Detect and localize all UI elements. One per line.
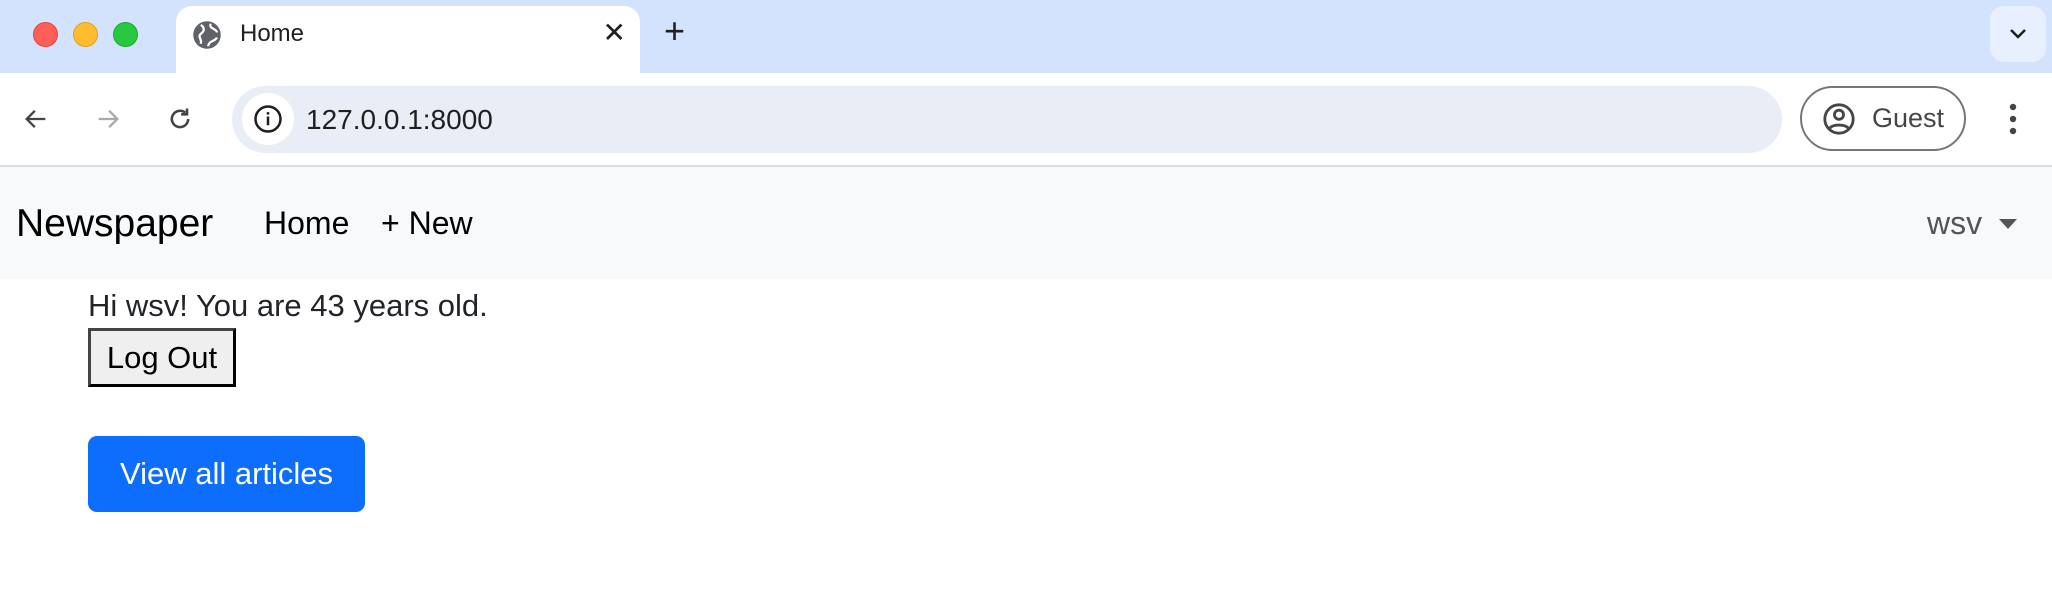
- reload-button[interactable]: [156, 95, 204, 143]
- close-tab-icon[interactable]: ✕: [603, 16, 626, 49]
- chevron-down-icon: [2010, 29, 2026, 39]
- address-bar[interactable]: 127.0.0.1:8000: [232, 86, 1782, 153]
- nav-link-new[interactable]: + New: [381, 205, 473, 242]
- site-info-button[interactable]: [242, 93, 294, 145]
- url-text[interactable]: 127.0.0.1:8000: [306, 104, 493, 136]
- reload-icon: [170, 108, 190, 129]
- arrow-right-icon: [98, 110, 119, 128]
- nav-link-home[interactable]: Home: [264, 205, 349, 242]
- back-button[interactable]: [12, 95, 60, 143]
- profile-button[interactable]: Guest: [1800, 86, 1966, 151]
- tab-search-button[interactable]: [1990, 6, 2046, 62]
- profile-icon: [1823, 103, 1855, 135]
- site-navbar: Newspaper Home + New wsv: [0, 167, 2052, 279]
- tab-title: Home: [240, 20, 305, 47]
- user-dropdown[interactable]: wsv: [1927, 205, 1982, 242]
- new-tab-button[interactable]: +: [664, 10, 685, 52]
- maximize-window-button[interactable]: [113, 22, 138, 47]
- caret-down-icon[interactable]: [1999, 219, 2017, 229]
- globe-icon: [193, 21, 221, 49]
- greeting-text: Hi wsv! You are 43 years old.: [88, 288, 488, 323]
- minimize-window-button[interactable]: [73, 22, 98, 47]
- logout-button[interactable]: Log Out: [88, 328, 236, 387]
- browser-tab[interactable]: Home ✕: [176, 6, 640, 73]
- brand-link[interactable]: Newspaper: [16, 202, 213, 246]
- forward-button[interactable]: [84, 95, 132, 143]
- more-menu-icon[interactable]: [1998, 95, 2028, 143]
- browser-toolbar: 127.0.0.1:8000 Guest: [0, 73, 2052, 167]
- info-icon: [254, 105, 282, 133]
- view-all-articles-button[interactable]: View all articles: [88, 436, 365, 512]
- close-window-button[interactable]: [33, 22, 58, 47]
- arrow-left-icon: [25, 110, 46, 128]
- tab-strip: Home ✕ +: [0, 0, 2052, 73]
- profile-label: Guest: [1872, 103, 1945, 133]
